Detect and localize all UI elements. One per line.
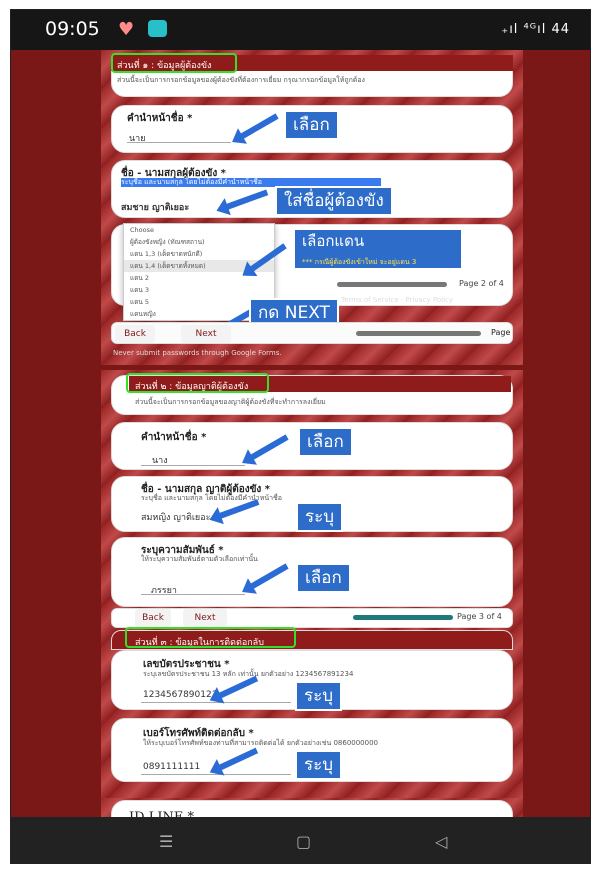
callout-choose-zone: เลือกแดน *** กรณีผู้ต้องขังเข้าใหม่ จะอย… (293, 228, 463, 270)
prefix-label-2: คำนำหน้าชื่อ * (141, 432, 207, 443)
callout-fill-2: ระบุ (296, 502, 344, 532)
section2-highlight (126, 373, 269, 393)
back-button-1[interactable]: Back (115, 325, 155, 343)
prefix-underline-2 (141, 465, 245, 466)
progress-bar-1 (337, 282, 447, 287)
back-button-2[interactable]: Back (135, 609, 171, 627)
callout-fill-name: ใส่ชื่อผู้ต้องขัง (275, 186, 393, 216)
phone-screen: 09:05 ♥ ₊ıl ⁴ᴳıl 44 ส่วนที่ ๑ : ข้อมูลผู… (10, 9, 591, 864)
android-nav-bar: ☰ ▢ ◁ (11, 817, 590, 863)
home-icon[interactable]: ▢ (296, 832, 311, 851)
never-submit-note: Never submit passwords through Google Fo… (113, 349, 282, 357)
callout-choose-3: เลือก (296, 563, 351, 593)
next-button-2[interactable]: Next (183, 609, 227, 627)
phone-hint: ให้ระบุเบอร์โทรศัพท์ของท่านที่สามารถติดต… (143, 739, 378, 747)
callout-choose-2: เลือก (298, 427, 353, 457)
heart-icon: ♥ (118, 19, 135, 40)
menu-icon[interactable]: ☰ (159, 832, 173, 851)
progress-bar-1b (356, 331, 481, 336)
name-input-1[interactable]: สมชาย ญาติเยอะ (121, 200, 189, 214)
next-button-1[interactable]: Next (181, 325, 231, 343)
page-indicator-1: Page 2 of 4 (459, 279, 504, 288)
terms-links[interactable]: Terms of Service · Privacy Policy (341, 296, 453, 305)
prefix-underline-1 (127, 142, 231, 143)
status-bar: 09:05 ♥ ₊ıl ⁴ᴳıl 44 (11, 10, 590, 50)
signal-battery-icons: ₊ıl ⁴ᴳıl 44 (501, 22, 570, 37)
section2-description: ส่วนนี้จะเป็นการกรอกข้อมูลของญาติผู้ต้อง… (135, 398, 326, 406)
dropdown-option[interactable]: ผู้ต้องขังหญิง (ทัณฑสถาน) (124, 236, 274, 248)
name-hint-2: ระบุชื่อ และนามสกุล โดยไม่ต้องมีคำนำหน้า… (141, 494, 282, 502)
progress-bar-2 (353, 615, 453, 620)
id-hint: ระบุเลขบัตรประชาชน 13 หลัก เท่านั้น ยกตั… (143, 670, 354, 678)
section3-highlight (125, 627, 296, 648)
dropdown-option[interactable]: แดน 3 (124, 284, 274, 296)
prefix-label-1: คำนำหน้าชื่อ * (127, 113, 193, 124)
section1-description: ส่วนนี้จะเป็นการกรอกข้อมูลของผู้ต้องขังท… (117, 76, 365, 84)
back-icon[interactable]: ◁ (435, 832, 447, 851)
phone-input[interactable]: 0891111111 (143, 762, 200, 772)
dropdown-option[interactable]: แดน 1,3 (เด็ดขาดหนักดี) (124, 248, 274, 260)
section1-highlight (111, 53, 237, 73)
relation-underline (141, 594, 245, 595)
page-label: Page (491, 328, 511, 337)
app-notification-icon (148, 20, 167, 37)
name-input-2[interactable]: สมหญิง ญาติเยอะ (141, 510, 210, 524)
callout-fill-3: ระบุ (295, 681, 343, 711)
clock: 09:05 (45, 18, 100, 40)
page-indicator-2: Page 3 of 4 (457, 612, 502, 621)
callout-fill-4: ระบุ (295, 750, 343, 780)
callout-choose-1: เลือก (284, 110, 339, 140)
dropdown-option[interactable]: Choose (124, 224, 274, 236)
